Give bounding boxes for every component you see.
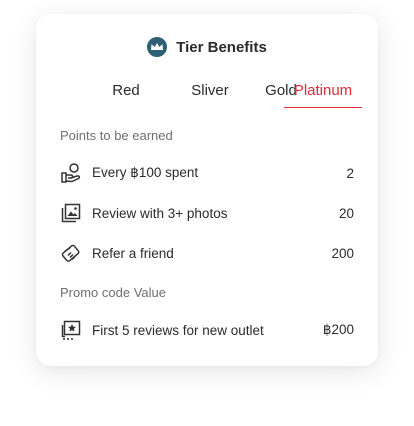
- hand-coin-icon: [61, 163, 81, 183]
- page-title: Tier Benefits: [176, 38, 267, 56]
- points-row-value: 20: [338, 205, 354, 221]
- promo-row-value: ฿200: [322, 322, 354, 337]
- points-row-value: 200: [331, 245, 354, 261]
- tier-benefits-card: Tier Benefits Red Sliver Gold Platinum P…: [36, 14, 378, 366]
- points-row-photos: Review with 3+ photos 20: [60, 201, 354, 225]
- points-row-label: Every ฿100 spent: [92, 165, 199, 180]
- promo-row-reviews: First 5 reviews for new outlet ฿200: [60, 318, 354, 342]
- points-row-label: Review with 3+ photos: [92, 205, 228, 221]
- crown-badge-icon: [147, 37, 168, 57]
- tab-red[interactable]: Red: [90, 82, 162, 108]
- tab-platinum[interactable]: Platinum: [284, 82, 362, 108]
- promo-row-label: First 5 reviews for new outlet: [92, 322, 264, 338]
- points-row-label: Refer a friend: [92, 245, 174, 261]
- star-review-icon: [61, 320, 81, 340]
- tab-sliver[interactable]: Sliver: [170, 82, 250, 108]
- points-row-value: 2: [346, 165, 354, 181]
- points-row-refer: Refer a friend 200: [60, 241, 354, 265]
- tier-tabs: Red Sliver Gold Platinum: [50, 82, 364, 108]
- points-section-title: Points to be earned: [60, 128, 173, 143]
- handshake-icon: [61, 244, 80, 262]
- points-row-spend: Every ฿100 spent 2: [60, 161, 354, 185]
- promo-section-title: Promo code Value: [60, 285, 166, 300]
- photos-icon: [61, 203, 81, 223]
- card-header: Tier Benefits: [36, 37, 378, 57]
